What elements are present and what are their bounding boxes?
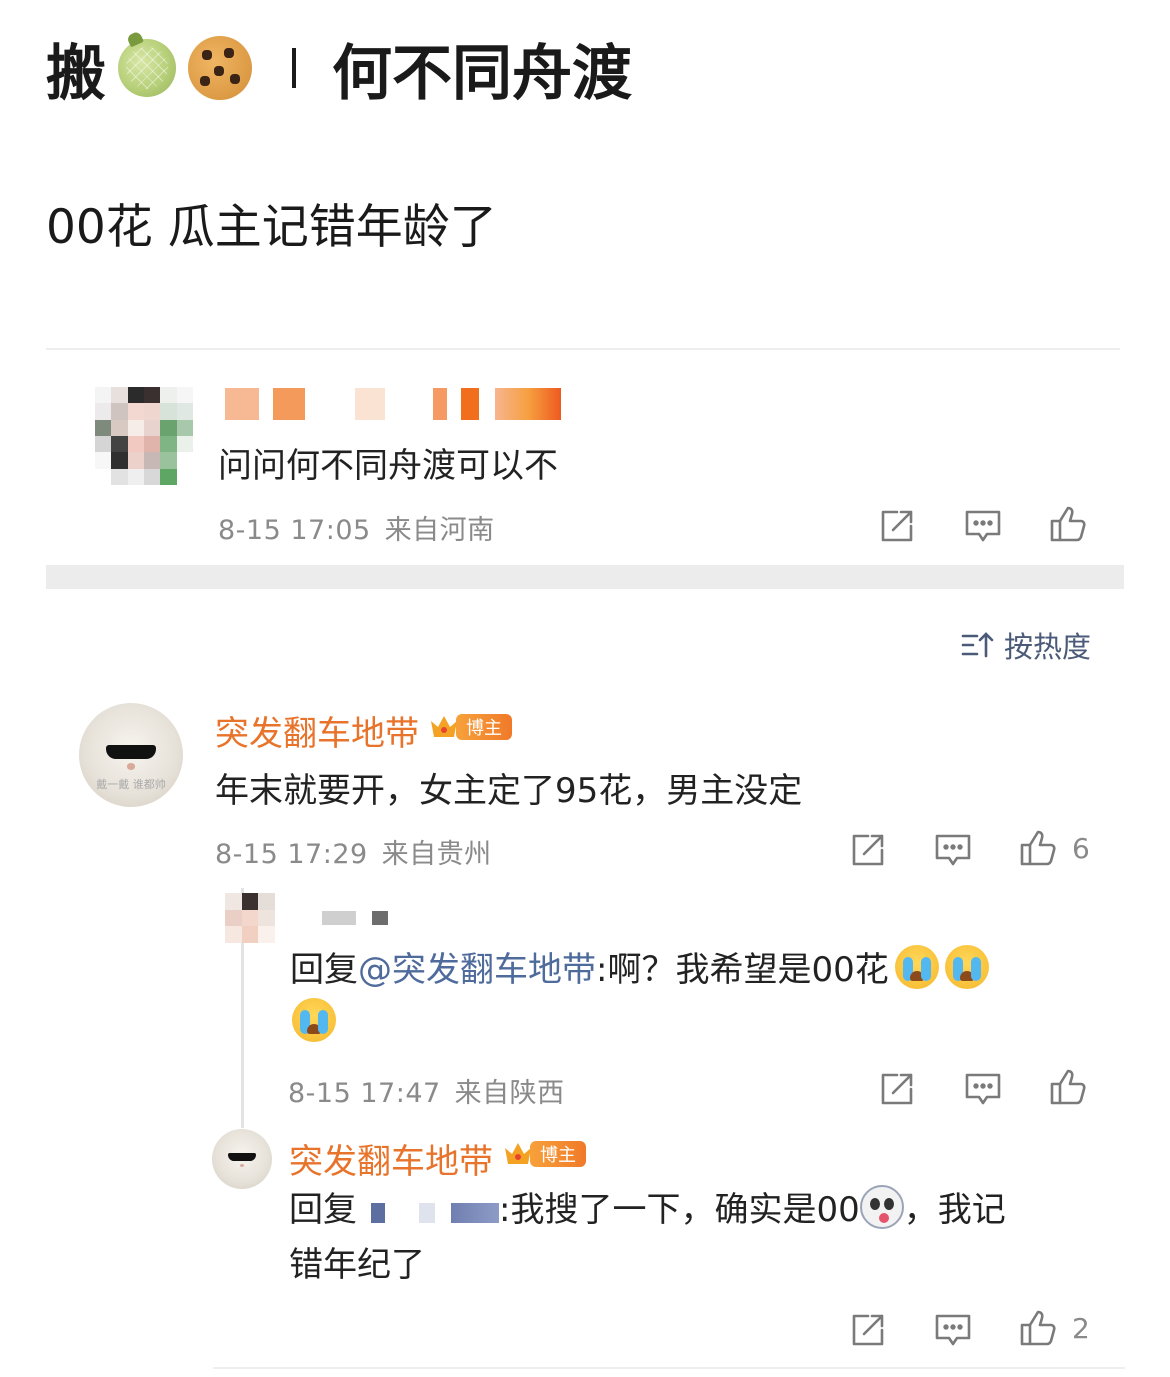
divider (213, 1367, 1125, 1369)
like-icon[interactable] (1018, 828, 1058, 868)
reply-prefix: 回复 (289, 1190, 357, 1230)
reply-content: :啊？我希望是00花 (596, 950, 889, 990)
avatar[interactable]: 戴一戴 谁都帅 (79, 703, 183, 807)
reply-text-continued: 错年纪了 (289, 1245, 425, 1285)
share-icon[interactable] (877, 506, 917, 546)
section-divider (46, 565, 1124, 589)
reply-prefix: 回复 (290, 950, 358, 990)
comment-icon[interactable] (963, 506, 1003, 546)
reply-text: 回复@突发翻车地带:啊？我希望是00花 (290, 943, 989, 997)
cry-emoji-icon (944, 945, 989, 989)
comment-text: 年末就要开，女主定了95花，男主没定 (215, 771, 803, 811)
like-icon[interactable] (1018, 1308, 1058, 1348)
comment-location: 来自河南 (384, 515, 495, 546)
sort-icon (961, 632, 994, 658)
comment-time: 8-15 17:29 (215, 839, 368, 870)
blurred-username[interactable] (225, 388, 561, 420)
sort-label: 按热度 (1004, 630, 1092, 664)
title-separator (292, 48, 296, 88)
like-count: 6 (1072, 832, 1090, 865)
comment-meta: 8-15 17:05 来自河南 (218, 508, 495, 547)
share-icon[interactable] (877, 1069, 917, 1109)
reply-location: 来自陕西 (454, 1078, 565, 1109)
reply-content-tail: ，我记 (903, 1190, 1006, 1230)
username[interactable]: 突发翻车地带 (215, 706, 419, 755)
comment-location: 来自贵州 (381, 839, 492, 870)
melon-emoji-icon (118, 39, 176, 97)
reply-text-continued (286, 996, 336, 1050)
cry-emoji-icon (292, 998, 336, 1042)
title-prefix: 搬 (46, 38, 106, 109)
reply-content: :我搜了一下，确实是00 (499, 1190, 860, 1230)
comment-icon[interactable] (933, 1310, 973, 1350)
reply-text: 回复 :我搜了一下，确实是00 ，我记 (289, 1183, 1006, 1237)
mention-link[interactable]: @突发翻车地带 (358, 950, 596, 990)
cry-emoji-icon (894, 945, 939, 989)
badge-label: 博主 (456, 714, 512, 740)
post-title: 搬 何不同舟渡 (46, 28, 632, 109)
post-body: 00花 瓜主记错年龄了 (46, 200, 497, 255)
like-count: 2 (1072, 1312, 1090, 1345)
comment-text: 问问何不同舟渡可以不 (218, 446, 558, 486)
blurred-mention[interactable] (371, 1203, 385, 1223)
avatar[interactable] (225, 893, 275, 943)
share-icon[interactable] (848, 1310, 888, 1350)
like-icon[interactable] (1048, 504, 1088, 544)
comment-icon[interactable] (963, 1069, 1003, 1109)
blogger-badge: 博主 (502, 1139, 586, 1169)
divider (46, 348, 1120, 350)
like-icon[interactable] (1048, 1067, 1088, 1107)
comment-time: 8-15 17:05 (218, 515, 371, 546)
cookie-emoji-icon (188, 36, 252, 100)
comment-icon[interactable] (933, 830, 973, 870)
share-icon[interactable] (848, 830, 888, 870)
username[interactable]: 突发翻车地带 (289, 1134, 493, 1183)
reply-time: 8-15 17:47 (288, 1078, 441, 1109)
avatar[interactable] (212, 1129, 272, 1189)
reply-meta: 8-15 17:47 来自陕西 (288, 1071, 565, 1110)
avatar[interactable] (95, 387, 193, 485)
title-text: 何不同舟渡 (332, 38, 632, 109)
blurred-username[interactable] (322, 911, 388, 925)
comment-meta: 8-15 17:29 来自贵州 (215, 832, 492, 871)
blogger-badge: 博主 (428, 712, 512, 742)
badge-label: 博主 (530, 1141, 586, 1167)
sort-button[interactable]: 按热度 (960, 625, 1091, 665)
panda-emoji-icon (859, 1185, 904, 1229)
